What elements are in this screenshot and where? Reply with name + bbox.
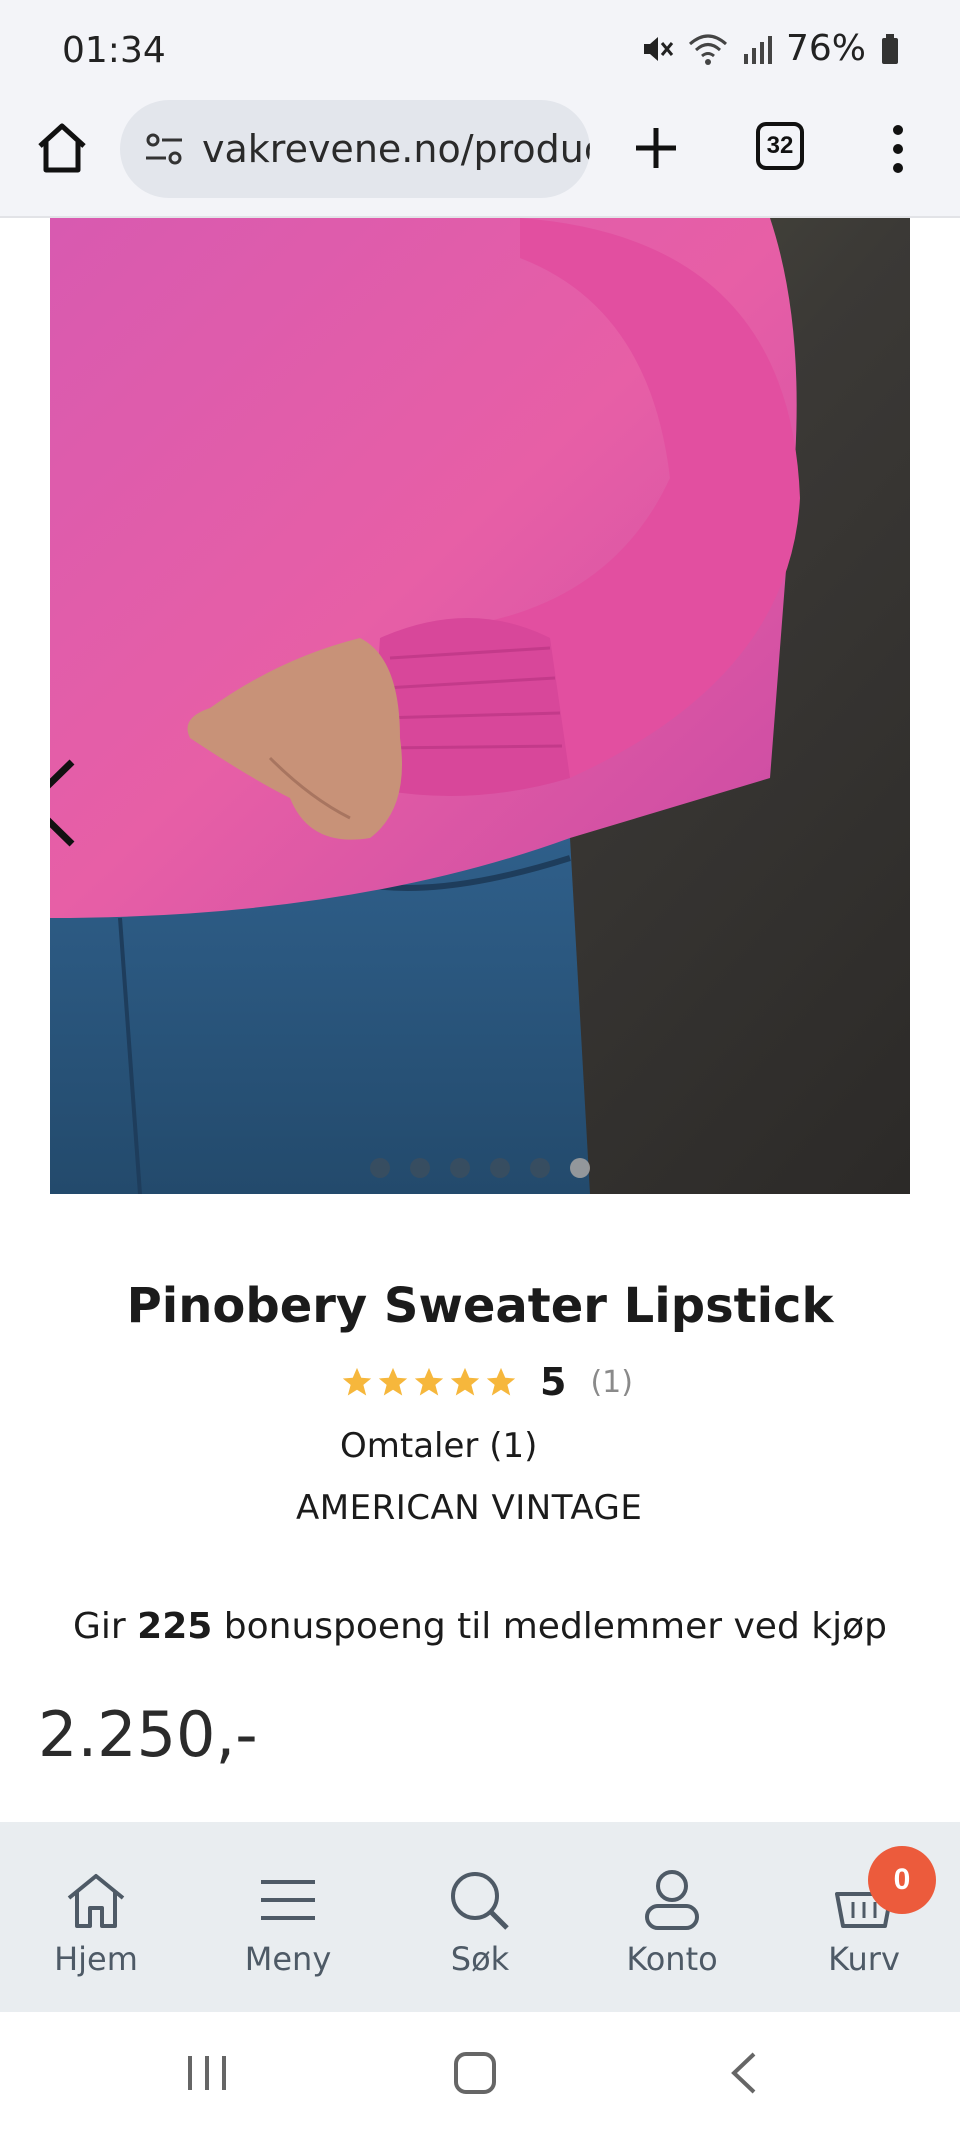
product-title: Pinobery Sweater Lipstick [126,1278,834,1334]
battery-percent: 76% [785,28,866,69]
bonus-suffix: bonuspoeng til medlemmer ved kjøp [212,1606,887,1647]
rating-count: (1) [590,1364,633,1400]
carousel-dot-active[interactable] [570,1158,590,1178]
nav-item-home[interactable]: Hjem [0,1822,192,2012]
nav-item-search[interactable]: Søk [384,1822,576,2012]
bottom-nav: Hjem Meny Søk Konto Kurv 0 [0,1822,960,2012]
carousel-dots [370,1158,590,1178]
carousel-dot[interactable] [530,1158,550,1178]
new-tab-icon[interactable] [628,120,684,176]
recent-apps-icon[interactable] [182,2048,232,2098]
star-icon [342,1367,372,1396]
bonus-prefix: Gir [73,1606,138,1647]
url-text[interactable]: vakrevene.no/produc [202,127,590,171]
system-nav-bar [0,2012,960,2133]
tab-switcher-button[interactable]: 32 [756,122,804,170]
carousel-dot[interactable] [410,1158,430,1178]
rating-row[interactable]: 5 (1) [340,1360,633,1404]
nav-label: Hjem [54,1940,138,1978]
reviews-link[interactable]: Omtaler (1) [340,1426,537,1466]
bonus-text: Gir 225 bonuspoeng til medlemmer ved kjø… [0,1606,960,1647]
status-time: 01:34 [62,30,166,71]
browser-toolbar: vakrevene.no/produc 32 [0,100,960,218]
signal-icon [743,35,772,64]
status-icons: 76% [640,28,900,69]
product-price: 2.250,- [38,1698,258,1771]
nav-label: Søk [450,1940,510,1978]
site-settings-icon[interactable] [142,127,186,171]
home-icon [67,1874,125,1928]
star-rating [340,1365,518,1399]
nav-item-menu[interactable]: Meny [192,1822,384,2012]
mute-icon [643,36,674,61]
nav-label: Meny [244,1940,332,1978]
product-photo [50,218,910,1194]
brand-name[interactable]: AMERICAN VINTAGE [296,1488,642,1528]
address-bar[interactable]: vakrevene.no/produc [120,100,590,198]
star-icon [486,1367,516,1396]
carousel-dot[interactable] [450,1158,470,1178]
system-home-icon[interactable] [450,2048,500,2098]
nav-label: Kurv [828,1940,900,1978]
star-icon [414,1367,444,1396]
previous-image-arrow[interactable] [50,758,82,848]
star-icon [450,1367,480,1396]
system-back-icon[interactable] [720,2048,770,2098]
more-options-icon[interactable] [886,122,910,176]
battery-icon [882,33,898,64]
bonus-points: 225 [137,1606,213,1647]
nav-item-cart[interactable]: Kurv 0 [768,1822,960,2012]
wifi-icon [688,34,727,65]
product-image[interactable] [50,218,910,1194]
star-icon [378,1367,408,1396]
cart-count-badge: 0 [868,1846,936,1914]
status-bar: 01:34 76% [0,0,960,100]
carousel-dot[interactable] [490,1158,510,1178]
account-icon [645,1870,699,1930]
home-icon[interactable] [34,120,90,176]
rating-score: 5 [540,1360,567,1404]
search-icon [451,1872,509,1930]
nav-label: Konto [626,1940,718,1978]
nav-item-account[interactable]: Konto [576,1822,768,2012]
menu-icon [261,1880,315,1920]
carousel-dot[interactable] [370,1158,390,1178]
